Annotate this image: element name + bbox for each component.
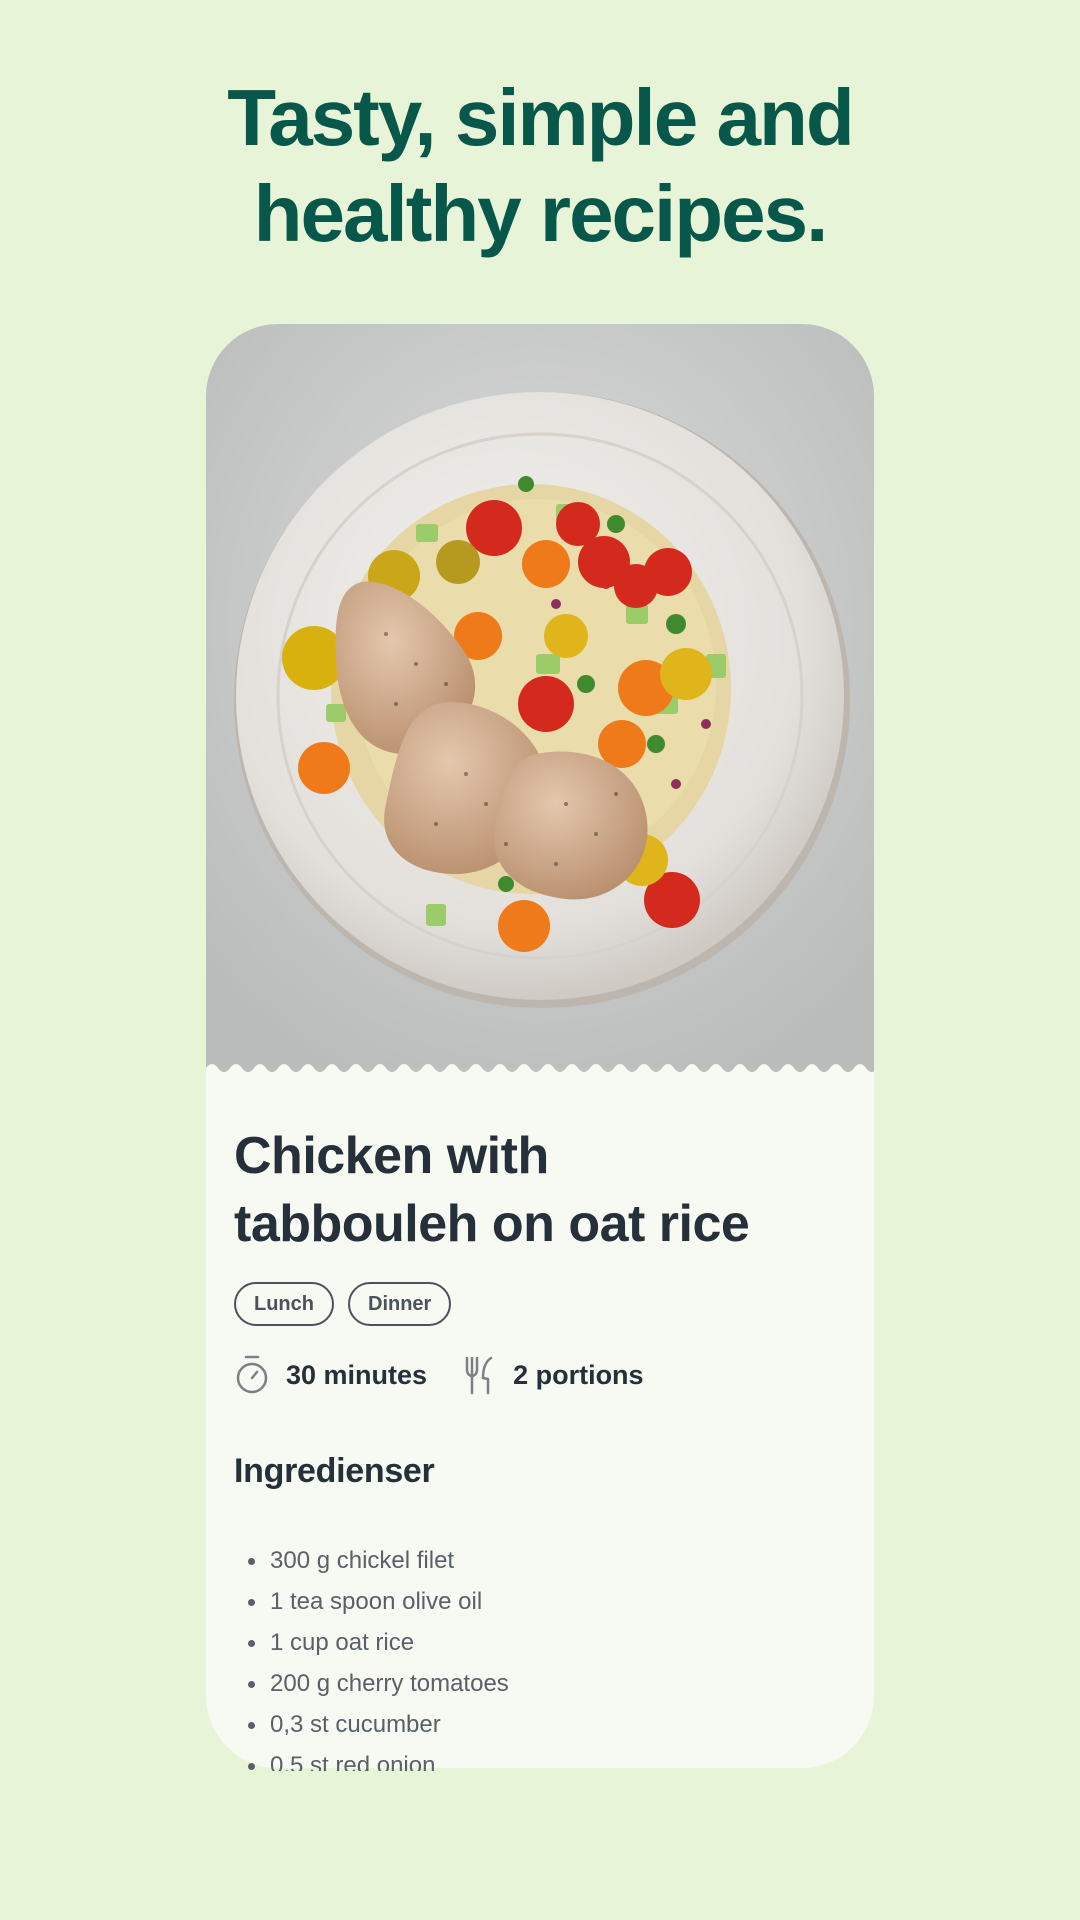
tag-dinner[interactable]: Dinner (348, 1282, 452, 1326)
recipe-meta: 30 minutes 2 portions (234, 1354, 678, 1396)
recipe-photo (206, 324, 874, 1072)
list-item: 1 tea spoon olive oil (234, 1581, 834, 1622)
list-item: 300 g chickel filet (234, 1540, 834, 1581)
recipe-title-line-1: Chicken with (234, 1127, 549, 1185)
list-item: 200 g cherry tomatoes (234, 1663, 834, 1704)
ingredients-title: Ingredienser (234, 1452, 435, 1490)
cook-time: 30 minutes (234, 1354, 427, 1396)
tag-lunch[interactable]: Lunch (234, 1282, 334, 1326)
portions-label: 2 portions (513, 1359, 644, 1390)
cook-time-label: 30 minutes (286, 1359, 428, 1390)
list-item: 0,5 st red onion (234, 1745, 834, 1771)
fork-knife-icon (465, 1356, 493, 1395)
stopwatch-icon (236, 1355, 268, 1394)
recipe-title: Chicken with tabbouleh on oat rice (234, 1122, 854, 1258)
recipe-tags: Lunch Dinner (234, 1282, 452, 1326)
list-item: 1 cup oat rice (234, 1622, 834, 1663)
headline-line-1: Tasty, simple and (227, 73, 854, 162)
page-headline: Tasty, simple and healthy recipes. (0, 70, 1080, 262)
list-item: 0,3 st cucumber (234, 1704, 834, 1745)
headline-line-2: healthy recipes. (253, 169, 829, 258)
recipe-title-line-2: tabbouleh on oat rice (234, 1195, 750, 1253)
ingredients-list: 300 g chickel filet 1 tea spoon olive oi… (234, 1540, 834, 1771)
portions: 2 portions (461, 1354, 644, 1396)
